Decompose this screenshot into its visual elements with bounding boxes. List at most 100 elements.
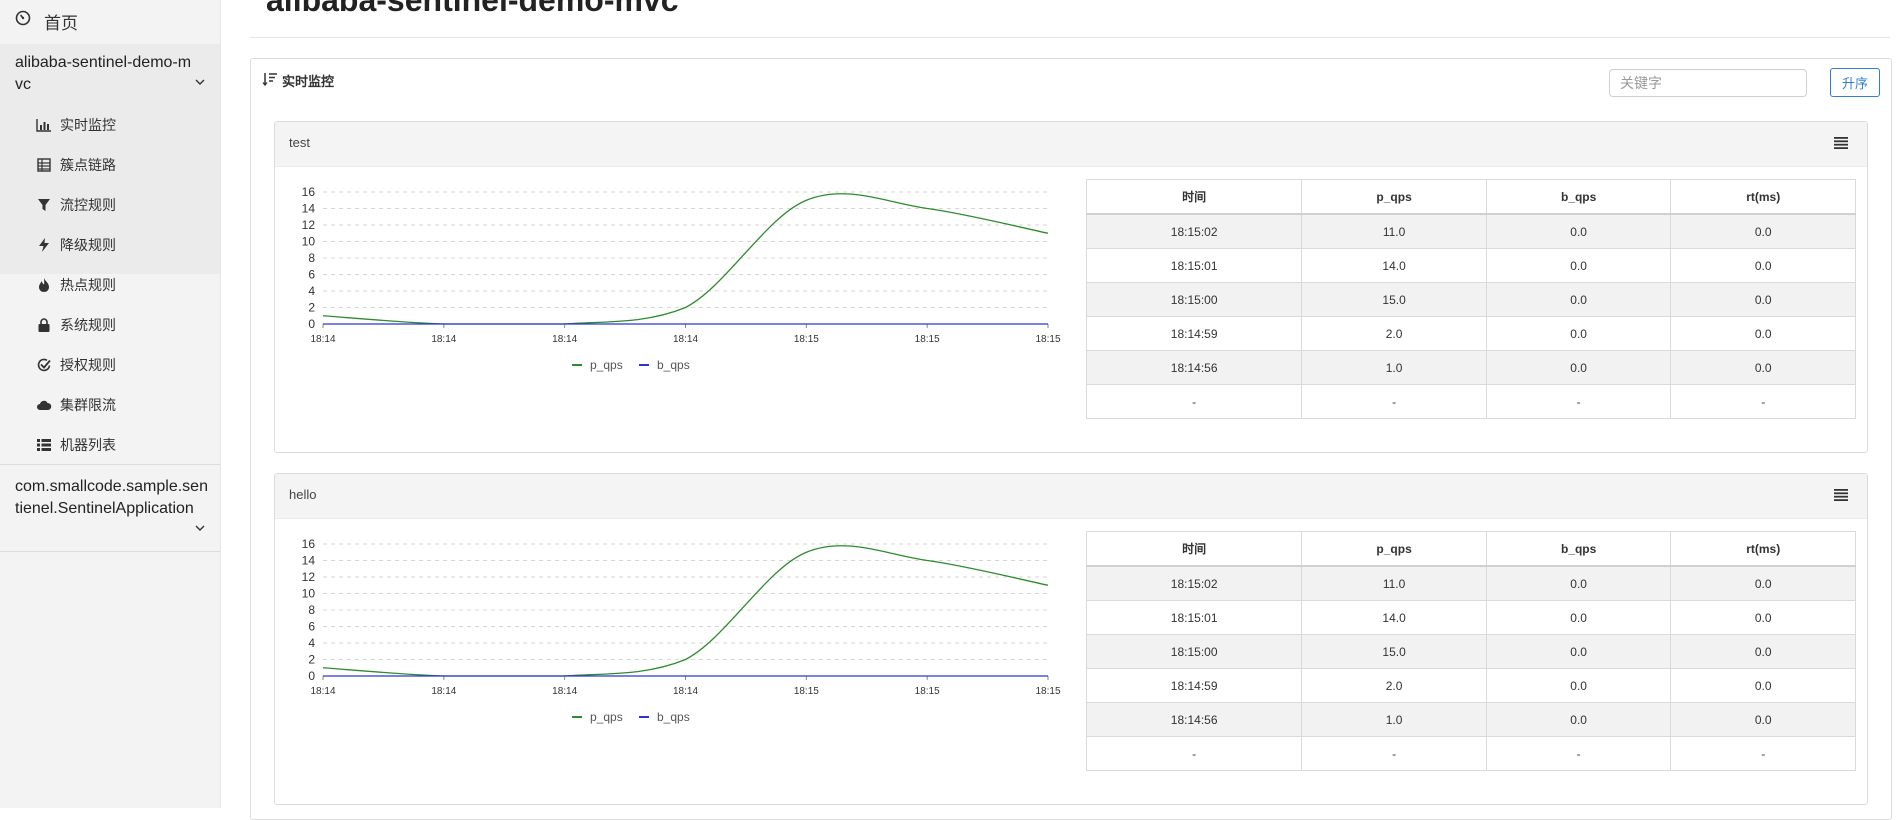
metrics-table: 时间 p_qps b_qps rt(ms) 18:15:02 11.0 0.0 0.0 18:1… xyxy=(1085,531,1856,771)
sidebar-app-title[interactable]: alibaba-sentinel-demo-mvc xyxy=(15,52,195,96)
panel-title: 实时监控 xyxy=(282,74,335,89)
sidebar-item-label: 机器列表 xyxy=(60,437,116,453)
x-tick-label: 18:15 xyxy=(1035,334,1060,345)
chevron-down-icon[interactable] xyxy=(194,76,206,88)
table-cell: 0.0 xyxy=(1670,565,1856,601)
sidebar-item-auth-rules[interactable]: 授权规则 xyxy=(36,354,116,376)
x-tick-label: 18:14 xyxy=(552,686,577,697)
table-cell: 11.0 xyxy=(1301,565,1487,601)
sidebar-item-home[interactable]: 首页 xyxy=(0,0,220,38)
sidebar-divider xyxy=(0,551,220,552)
qps-line-chart: 0 2 4 6 8 10 12 14 16 18:14 18:14 18:14 18:14 18:15 18… xyxy=(302,185,1061,372)
table-cell: 0.0 xyxy=(1485,282,1672,317)
table-cell: 0.0 xyxy=(1670,668,1856,703)
table-cell: 0.0 xyxy=(1485,668,1672,703)
y-tick-label: 14 xyxy=(302,202,316,216)
resource-name: hello xyxy=(289,487,317,502)
y-tick-label: 2 xyxy=(308,653,315,667)
y-tick-label: 12 xyxy=(302,570,316,584)
bar-chart-icon xyxy=(36,119,51,132)
menu-icon[interactable] xyxy=(1833,488,1849,502)
column-header: b_qps xyxy=(1485,179,1672,215)
sidebar-item-cluster-flow[interactable]: 集群限流 xyxy=(36,394,116,416)
table-cell: - xyxy=(1670,384,1856,419)
table-cell: 18:14:56 xyxy=(1085,702,1303,737)
column-header: rt(ms) xyxy=(1670,531,1856,567)
table-cell: 18:14:56 xyxy=(1085,350,1303,385)
table-cell: 0.0 xyxy=(1485,702,1672,737)
sidebar-item-cluster-link[interactable]: 簇点链路 xyxy=(36,154,116,176)
x-tick-label: 18:15 xyxy=(915,686,940,697)
sidebar-item-degrade-rules[interactable]: 降级规则 xyxy=(36,234,116,256)
legend-label[interactable]: p_qps xyxy=(590,710,623,724)
search-input[interactable] xyxy=(1609,69,1807,97)
table-cell: 18:15:01 xyxy=(1085,600,1303,635)
sidebar-item-system-rules[interactable]: 系统规则 xyxy=(36,314,116,336)
table-row: 18:15:01 14.0 0.0 0.0 xyxy=(1085,248,1856,283)
sidebar-app-title[interactable]: com.smallcode.sample.sentienel.SentinelA… xyxy=(15,476,211,520)
table-cell: - xyxy=(1301,736,1487,771)
title-divider xyxy=(250,37,1890,38)
table-row: ---- xyxy=(1085,736,1856,771)
sidebar-item-flow-rules[interactable]: 流控规则 xyxy=(36,194,116,216)
sidebar-item-label: 热点规则 xyxy=(60,277,116,293)
table-cell: 18:15:01 xyxy=(1085,248,1303,283)
menu-icon[interactable] xyxy=(1833,136,1849,150)
table-row: 18:14:59 2.0 0.0 0.0 xyxy=(1085,316,1856,351)
column-header: rt(ms) xyxy=(1670,179,1856,215)
table-cell: 0.0 xyxy=(1485,316,1672,351)
y-tick-label: 4 xyxy=(308,284,315,298)
table-row: 18:15:01 14.0 0.0 0.0 xyxy=(1085,600,1856,635)
table-cell: 0.0 xyxy=(1485,213,1672,249)
y-tick-label: 8 xyxy=(308,603,315,617)
sidebar-item-hotspot-rules[interactable]: 热点规则 xyxy=(36,274,116,296)
table-cell: 14.0 xyxy=(1301,600,1487,635)
sidebar-item-realtime-monitor[interactable]: 实时监控 xyxy=(36,114,116,136)
resource-card-header: hello xyxy=(275,474,1867,519)
legend-label[interactable]: b_qps xyxy=(657,358,690,372)
resource-card-header: test xyxy=(275,122,1867,167)
lock-icon xyxy=(38,318,50,332)
table-row: 18:14:59 2.0 0.0 0.0 xyxy=(1085,668,1856,703)
table-cell: 0.0 xyxy=(1670,634,1856,669)
table-cell: - xyxy=(1085,736,1303,771)
sidebar-item-machine-list[interactable]: 机器列表 xyxy=(36,434,116,456)
metrics-table: 时间 p_qps b_qps rt(ms) 18:15:02 11.0 0.0 0.0 18:1… xyxy=(1085,179,1856,419)
legend-label[interactable]: b_qps xyxy=(657,710,690,724)
sort-order-button[interactable]: 升序 xyxy=(1830,68,1880,97)
sidebar-item-label: 系统规则 xyxy=(60,317,116,333)
table-cell: 0.0 xyxy=(1485,565,1672,601)
table-cell: 0.0 xyxy=(1670,316,1856,351)
column-header: 时间 xyxy=(1085,179,1303,215)
sidebar-item-label: 流控规则 xyxy=(60,197,116,213)
table-cell: - xyxy=(1085,384,1303,419)
table-cell: - xyxy=(1485,384,1672,419)
column-header: p_qps xyxy=(1301,179,1487,215)
table-cell: 2.0 xyxy=(1301,316,1487,351)
sidebar-item-label: 首页 xyxy=(44,14,78,33)
table-cell: 2.0 xyxy=(1301,668,1487,703)
sidebar-item-label: 集群限流 xyxy=(60,397,116,413)
x-tick-label: 18:15 xyxy=(794,334,819,345)
table-cell: 0.0 xyxy=(1670,248,1856,283)
x-tick-label: 18:14 xyxy=(310,334,335,345)
table-cell: 0.0 xyxy=(1670,702,1856,737)
table-cell: 0.0 xyxy=(1670,282,1856,317)
table-row: 18:15:02 11.0 0.0 0.0 xyxy=(1085,565,1856,601)
x-tick-label: 18:15 xyxy=(915,334,940,345)
table-cell: 18:14:59 xyxy=(1085,316,1303,351)
chevron-down-icon[interactable] xyxy=(194,522,206,534)
y-tick-label: 10 xyxy=(302,587,316,601)
flame-icon xyxy=(39,278,49,292)
table-cell: 11.0 xyxy=(1301,213,1487,249)
column-header: b_qps xyxy=(1485,531,1672,567)
y-tick-label: 14 xyxy=(302,554,316,568)
qps-line-chart: 0 2 4 6 8 10 12 14 16 18:14 18:14 18:14 18:14 18:15 18… xyxy=(302,537,1061,724)
y-tick-label: 0 xyxy=(308,317,315,331)
y-tick-label: 8 xyxy=(308,251,315,265)
x-tick-label: 18:14 xyxy=(673,334,698,345)
sidebar-item-label: 降级规则 xyxy=(60,237,116,253)
legend-label[interactable]: p_qps xyxy=(590,358,623,372)
table-cell: 0.0 xyxy=(1485,248,1672,283)
y-tick-label: 2 xyxy=(308,301,315,315)
